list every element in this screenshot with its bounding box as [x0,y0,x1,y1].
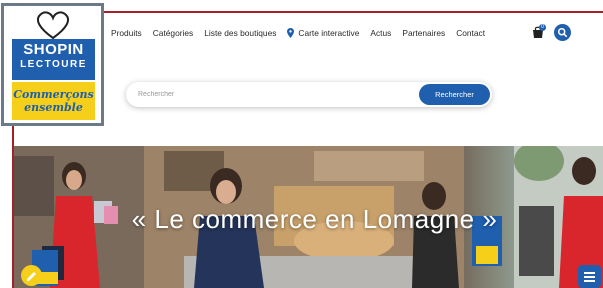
hamburger-menu-button[interactable] [578,265,601,288]
search-input[interactable] [138,86,418,103]
logo-tagline1: Commerçons [13,88,94,101]
edit-icon [27,272,36,281]
logo-tagline2: ensemble [24,101,83,114]
nav-item-carte-interactive[interactable]: Carte interactive [287,28,359,38]
map-pin-icon [287,28,295,38]
nav-item-carte-label: Carte interactive [298,28,360,38]
nav-item-contact[interactable]: Contact [456,28,485,38]
header-search-button[interactable] [554,24,571,41]
logo-line2: LECTOURE [20,59,87,70]
floating-edit-button[interactable] [21,265,42,286]
search-bar: Rechercher [126,82,492,107]
logo-tagline-block: Commerçons ensemble [12,82,95,120]
menu-bar-top [584,272,595,274]
nav-item-partenaires[interactable]: Partenaires [402,28,445,38]
menu-bar-bottom [584,280,595,282]
search-submit-button[interactable]: Rechercher [419,84,490,105]
nav-item-categories[interactable]: Catégories [153,28,194,38]
nav-item-actus[interactable]: Actus [370,28,391,38]
menu-bar-middle [584,276,595,278]
logo-title-block: SHOPIN LECTOURE [12,39,95,80]
nav-item-liste-boutiques[interactable]: Liste des boutiques [204,28,276,38]
main-nav: Produits Catégories Liste des boutiques … [111,27,496,39]
header-divider [104,11,603,13]
logo-line1: SHOPIN [23,41,84,58]
hero-title: « Le commerce en Lomagne » [131,204,498,234]
site-logo[interactable]: SHOPIN LECTOURE Commerçons ensemble [1,3,104,126]
heart-icon [36,11,70,40]
cart-count-badge: 0 [539,24,546,31]
search-icon [557,27,567,37]
nav-item-produits[interactable]: Produits [111,28,142,38]
hero-banner: « Le commerce en Lomagne » [14,146,603,288]
